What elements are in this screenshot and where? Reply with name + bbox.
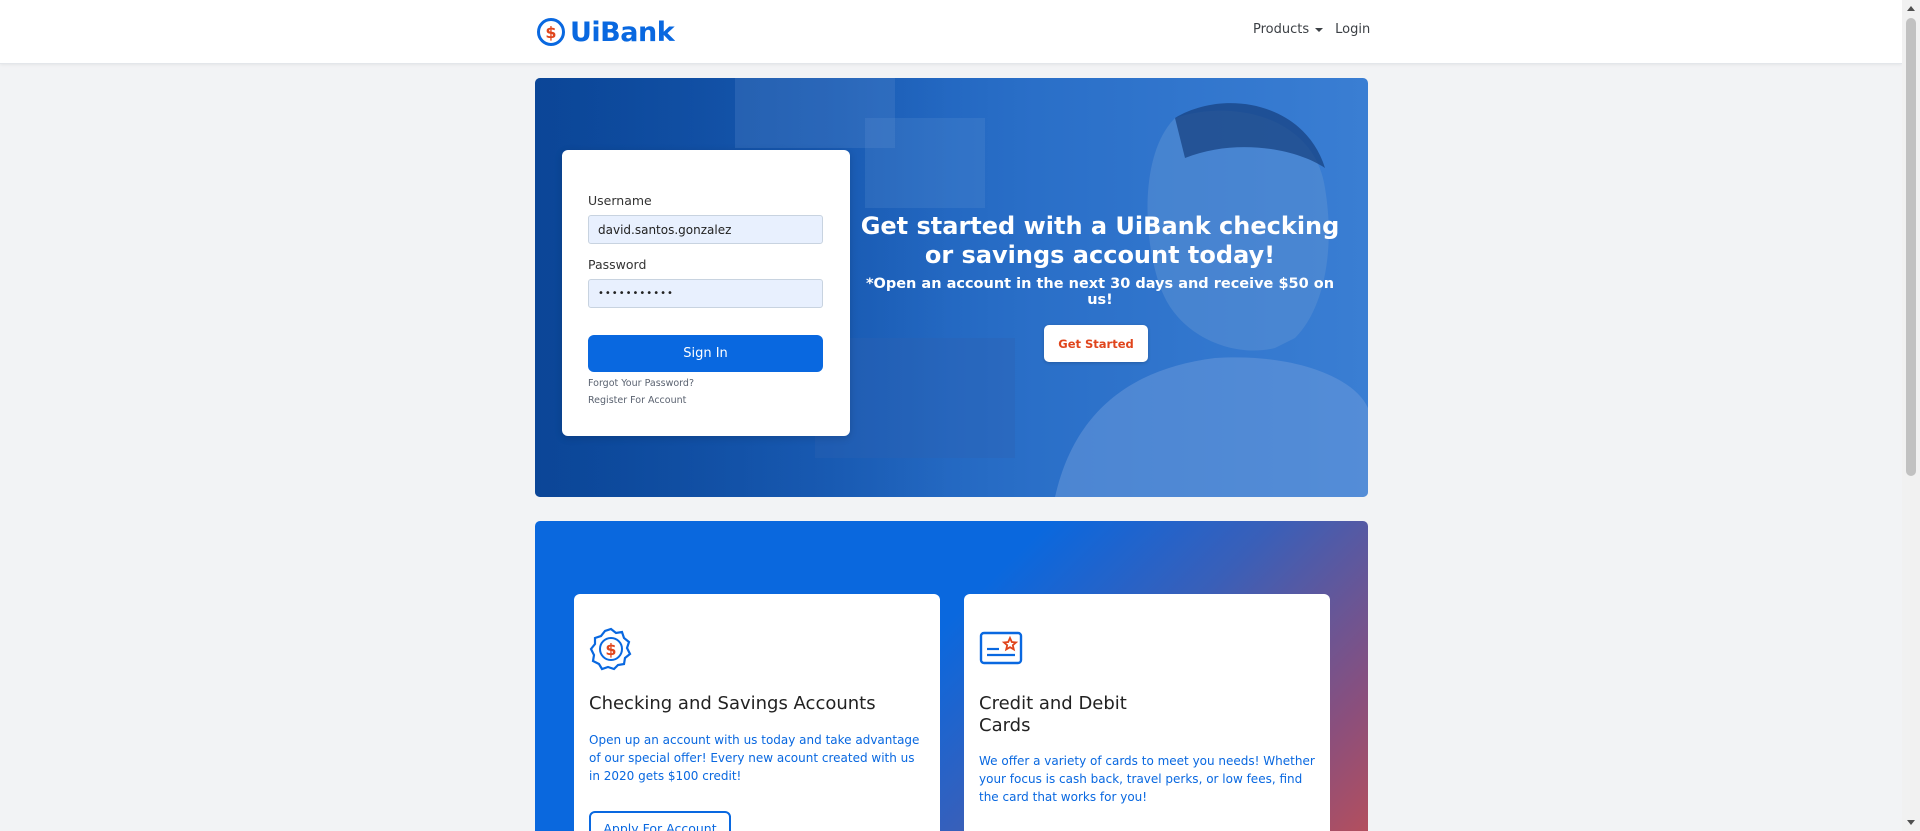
login-label: Login — [1335, 22, 1371, 37]
password-label: Password — [588, 257, 647, 272]
register-link[interactable]: Register For Account — [588, 395, 686, 406]
scroll-up-icon[interactable] — [1907, 6, 1915, 11]
username-value: david.santos.gonzalez — [598, 222, 732, 237]
feature-title: Checking and Savings Accounts — [589, 693, 876, 714]
dollar-badge-icon: $ — [589, 627, 632, 671]
sign-in-button[interactable]: Sign In — [588, 335, 823, 372]
dollar-badge-icon: $ — [537, 18, 565, 46]
chevron-down-icon — [1315, 27, 1324, 32]
username-label: Username — [588, 193, 652, 208]
feature-description: Open up an account with us today and tak… — [589, 733, 920, 783]
login-link[interactable]: Login — [1335, 22, 1370, 37]
products-label: Products — [1253, 22, 1310, 37]
apply-for-account-button[interactable]: Apply For Account — [589, 811, 731, 831]
get-started-button[interactable]: Get Started — [1044, 325, 1148, 362]
brand-name: UiBank — [570, 16, 675, 48]
svg-text:$: $ — [605, 640, 616, 659]
top-navbar: $ UiBank Products Login — [0, 0, 1902, 64]
credit-card-icon — [979, 631, 1023, 665]
feature-title: Credit and Debit Cards — [979, 693, 1127, 736]
feature-card-accounts: $ Checking and Savings Accounts Open up … — [574, 594, 940, 831]
feature-card-cards: Credit and Debit Cards We offer a variet… — [964, 594, 1330, 831]
products-dropdown[interactable]: Products — [1253, 22, 1324, 37]
features-section: $ Checking and Savings Accounts Open up … — [535, 521, 1368, 831]
scrollbar-thumb[interactable] — [1906, 18, 1916, 476]
hero-title: Get started with a UiBank checking or sa… — [860, 212, 1340, 269]
apply-label: Apply For Account — [603, 820, 717, 831]
password-field[interactable]: ••••••••••• — [588, 279, 823, 308]
page-scrollbar[interactable] — [1902, 0, 1920, 831]
feature-description: We offer a variety of cards to meet you … — [979, 754, 1315, 804]
login-form: Username david.santos.gonzalez Password … — [562, 150, 850, 436]
get-started-label: Get Started — [1058, 336, 1134, 351]
nav-links: Products Login — [1253, 22, 1370, 37]
brand-logo[interactable]: $ UiBank — [536, 15, 675, 49]
hero-banner: Username david.santos.gonzalez Password … — [535, 78, 1368, 497]
hero-subtitle: *Open an account in the next 30 days and… — [865, 276, 1335, 308]
username-field[interactable]: david.santos.gonzalez — [588, 215, 823, 244]
password-value: ••••••••••• — [598, 288, 674, 299]
sign-in-label: Sign In — [683, 346, 728, 361]
scroll-down-icon[interactable] — [1907, 820, 1915, 825]
forgot-password-link[interactable]: Forgot Your Password? — [588, 378, 694, 389]
svg-text:$: $ — [545, 23, 556, 42]
